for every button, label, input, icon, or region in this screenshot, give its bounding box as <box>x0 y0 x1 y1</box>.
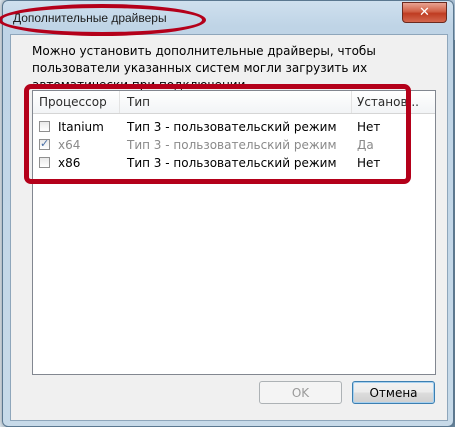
dialog-client-area: Можно установить дополнительные драйверы… <box>10 34 448 421</box>
processor-cell: x64 <box>58 138 81 152</box>
dialog-titlebar[interactable]: Дополнительные драйверы ✕ <box>3 1 453 33</box>
row-checkbox-checked[interactable] <box>39 137 50 150</box>
ok-button[interactable]: OK <box>259 381 342 404</box>
close-icon: ✕ <box>419 5 430 20</box>
dialog-title: Дополнительные драйверы <box>13 11 167 25</box>
type-cell: Тип 3 - пользовательский режим <box>127 156 337 170</box>
column-separator[interactable] <box>351 91 352 113</box>
cancel-button[interactable]: Отмена <box>352 381 435 404</box>
type-cell: Тип 3 - пользовательский режим <box>127 138 337 152</box>
column-header-installed[interactable]: Установ... <box>357 95 419 109</box>
type-cell: Тип 3 - пользовательский режим <box>127 120 337 134</box>
installed-cell: Нет <box>357 120 381 134</box>
processor-cell: x86 <box>58 156 81 170</box>
installed-cell: Нет <box>357 156 381 170</box>
column-header-processor[interactable]: Процессор <box>39 95 107 109</box>
drivers-list[interactable]: Процессор Тип Установ... Itanium Тип 3 -… <box>32 90 436 375</box>
row-checkbox[interactable] <box>39 157 50 168</box>
list-header: Процессор Тип Установ... <box>33 91 435 114</box>
additional-drivers-dialog: Дополнительные драйверы ✕ Можно установи… <box>2 0 454 427</box>
table-row[interactable]: x64 Тип 3 - пользовательский режим Да <box>33 136 435 155</box>
dialog-description: Можно установить дополнительные драйверы… <box>32 44 376 92</box>
close-button[interactable]: ✕ <box>402 2 447 23</box>
row-checkbox[interactable] <box>39 121 50 132</box>
table-row[interactable]: Itanium Тип 3 - пользовательский режим Н… <box>33 118 435 137</box>
column-separator[interactable] <box>119 91 120 113</box>
table-row[interactable]: x86 Тип 3 - пользовательский режим Нет <box>33 154 435 173</box>
processor-cell: Itanium <box>58 120 104 134</box>
column-header-type[interactable]: Тип <box>127 95 150 109</box>
installed-cell: Да <box>357 138 374 152</box>
